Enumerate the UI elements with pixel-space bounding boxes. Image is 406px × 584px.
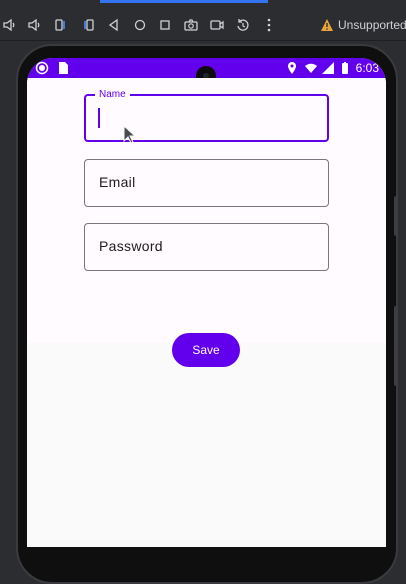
battery-icon	[338, 61, 352, 75]
location-icon	[285, 61, 299, 75]
more-icon[interactable]	[261, 17, 277, 33]
mouse-pointer-icon	[123, 125, 137, 144]
sim-card-icon	[56, 61, 70, 75]
rotate-right-icon[interactable]	[80, 17, 96, 33]
save-button[interactable]: Save	[172, 333, 240, 367]
warning-icon	[321, 19, 333, 31]
password-field-label: Password	[99, 238, 163, 254]
name-field-label: Name	[95, 88, 130, 101]
screenshot-icon[interactable]	[183, 17, 199, 33]
emulator-toolbar: Unsupported	[0, 0, 406, 41]
side-button	[394, 306, 398, 386]
wifi-icon	[304, 61, 318, 75]
reset-icon[interactable]	[235, 17, 251, 33]
app-content: Name Email Password	[27, 78, 386, 343]
volume-down-icon[interactable]	[2, 17, 18, 33]
password-field[interactable]: Password	[84, 223, 329, 271]
home-icon[interactable]	[132, 17, 148, 33]
back-icon[interactable]	[106, 17, 122, 33]
side-button	[394, 196, 398, 236]
overview-icon[interactable]	[157, 17, 173, 33]
notification-dot-icon	[35, 61, 49, 75]
active-tab-indicator	[100, 0, 268, 3]
screen-record-icon[interactable]	[209, 17, 225, 33]
email-field[interactable]: Email	[84, 159, 329, 207]
rotate-left-icon[interactable]	[53, 17, 69, 33]
volume-up-icon[interactable]	[27, 17, 43, 33]
name-field[interactable]: Name	[84, 88, 329, 142]
text-caret	[98, 108, 100, 128]
status-time: 6:03	[355, 61, 379, 75]
email-field-label: Email	[99, 174, 136, 190]
unsupported-warning[interactable]: Unsupported	[320, 17, 406, 33]
signal-icon	[321, 61, 335, 75]
device-screen: 6:03 Name Email Password Save	[27, 58, 386, 547]
warning-label: Unsupported	[338, 18, 406, 32]
